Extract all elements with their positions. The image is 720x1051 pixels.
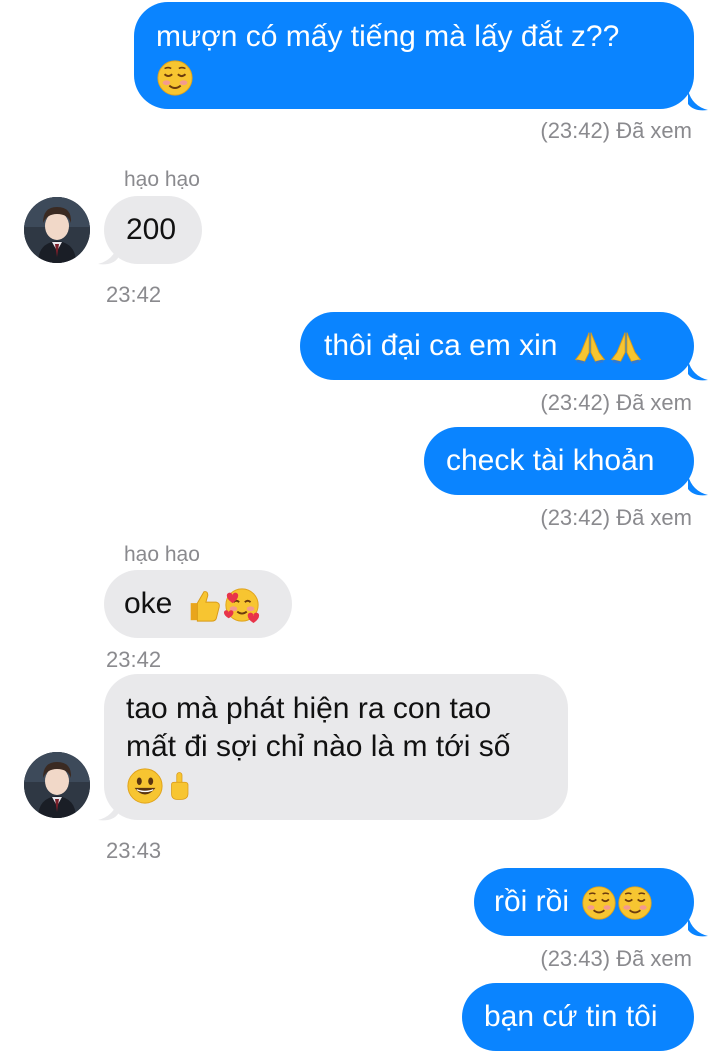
relieved-face-icon — [581, 885, 617, 921]
message-text: mượn có mấy tiếng mà lấy đắt z?? — [156, 20, 620, 53]
bubble-tail — [688, 475, 708, 496]
message-text: rồi rồi — [494, 885, 570, 918]
message-emoji-row — [126, 766, 546, 806]
message-bubble-outgoing[interactable]: rồi rồi — [474, 868, 694, 936]
bubble-tail — [688, 90, 708, 111]
message-text: oke — [124, 587, 173, 620]
avatar-photo — [24, 197, 90, 263]
relieved-face-icon — [617, 885, 653, 921]
relieved-face-icon — [156, 59, 194, 97]
message-bubble-outgoing[interactable]: bạn cứ tin tôi — [462, 983, 694, 1051]
folded-hands-icon — [572, 329, 608, 365]
avatar[interactable] — [24, 197, 90, 263]
smiling-face-with-hearts-icon — [223, 586, 261, 624]
message-time: 23:42 — [106, 282, 162, 307]
message-bubble-incoming[interactable]: tao mà phát hiện ra con tao mất đi sợi c… — [104, 674, 568, 820]
avatar-photo — [24, 752, 90, 818]
message-time: 23:42 — [106, 647, 162, 672]
message-bubble-outgoing[interactable]: mượn có mấy tiếng mà lấy đắt z?? — [134, 2, 694, 109]
message-text: bạn cứ tin tôi — [484, 1000, 658, 1033]
message-bubble-outgoing[interactable]: thôi đại ca em xin — [300, 312, 694, 380]
message-bubble-incoming[interactable]: 200 — [104, 196, 202, 264]
message-text: 200 — [126, 213, 177, 246]
message-emoji-row — [156, 58, 672, 98]
message-bubble-incoming[interactable]: oke — [104, 570, 292, 638]
bubble-tail — [688, 916, 708, 937]
grinning-face-icon — [126, 767, 164, 805]
seen-status: (23:43) Đã xem — [540, 946, 692, 971]
folded-hands-icon — [608, 329, 644, 365]
bubble-tail — [98, 800, 118, 821]
message-text: mất đi sợi chỉ nào là m tới số — [126, 730, 511, 763]
message-text: tao mà phát hiện ra con tao — [126, 692, 492, 725]
thumbs-up-icon — [185, 586, 223, 624]
pointing-finger-icon — [164, 767, 194, 805]
message-text: thôi đại ca em xin — [324, 329, 558, 362]
bubble-tail — [98, 244, 118, 265]
sender-name: hạo hạo — [124, 543, 200, 566]
message-bubble-outgoing[interactable]: check tài khoản — [424, 427, 694, 495]
message-text: check tài khoản — [446, 444, 655, 477]
seen-status: (23:42) Đã xem — [540, 390, 692, 415]
sender-name: hạo hạo — [124, 168, 200, 191]
seen-status: (23:42) Đã xem — [540, 118, 692, 143]
avatar[interactable] — [24, 752, 90, 818]
bubble-tail — [688, 360, 708, 381]
message-time: 23:43 — [106, 838, 162, 863]
seen-status: (23:42) Đã xem — [540, 505, 692, 530]
